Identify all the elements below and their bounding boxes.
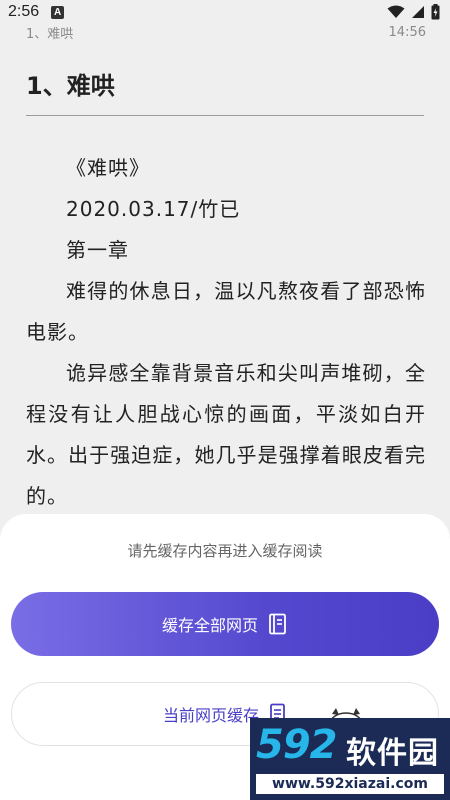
notification-a-icon: A: [51, 5, 65, 19]
battery-icon: [431, 4, 440, 20]
chapter-title: 1、难哄: [26, 72, 115, 100]
watermark-name: 软件园: [346, 736, 439, 771]
cache-hint-text: 请先缓存内容再进入缓存阅读: [127, 542, 323, 560]
watermark-logo: 592: [256, 722, 337, 768]
book-icon: [269, 613, 286, 635]
paragraph: 第一章: [66, 238, 129, 262]
title-divider: [26, 115, 424, 116]
paragraph: 难得的休息日，温以凡熬夜看了部恐怖电影。: [26, 279, 426, 344]
header-clock: 14:56: [388, 24, 426, 40]
status-right: [387, 4, 440, 20]
cache-current-label: 当前网页缓存: [162, 706, 259, 725]
status-left: 2:56 A: [8, 3, 65, 21]
watermark-url: www.592xiazai.com: [256, 774, 444, 794]
status-time: 2:56: [8, 3, 40, 20]
paragraph: 诡异感全靠背景音乐和尖叫声堆砌，全程没有让人胆战心惊的画面，平淡如白开水。出于强…: [26, 361, 426, 508]
reader-header: 1、难哄 14:56: [26, 22, 426, 42]
signal-icon: [412, 6, 424, 18]
paragraph: 2020.03.17/竹已: [66, 197, 241, 221]
cache-all-pages-button[interactable]: 缓存全部网页: [11, 592, 439, 656]
status-bar: 2:56 A: [0, 0, 450, 24]
header-chapter-name: 1、难哄: [26, 26, 74, 42]
cache-all-label: 缓存全部网页: [161, 616, 258, 635]
wifi-icon: [387, 5, 405, 18]
site-watermark: 592 软件园 www.592xiazai.com: [250, 718, 450, 800]
chapter-content: 《难哄》 2020.03.17/竹已 第一章 难得的休息日，温以凡熬夜看了部恐怖…: [26, 148, 426, 517]
paragraph: 《难哄》: [66, 156, 150, 180]
